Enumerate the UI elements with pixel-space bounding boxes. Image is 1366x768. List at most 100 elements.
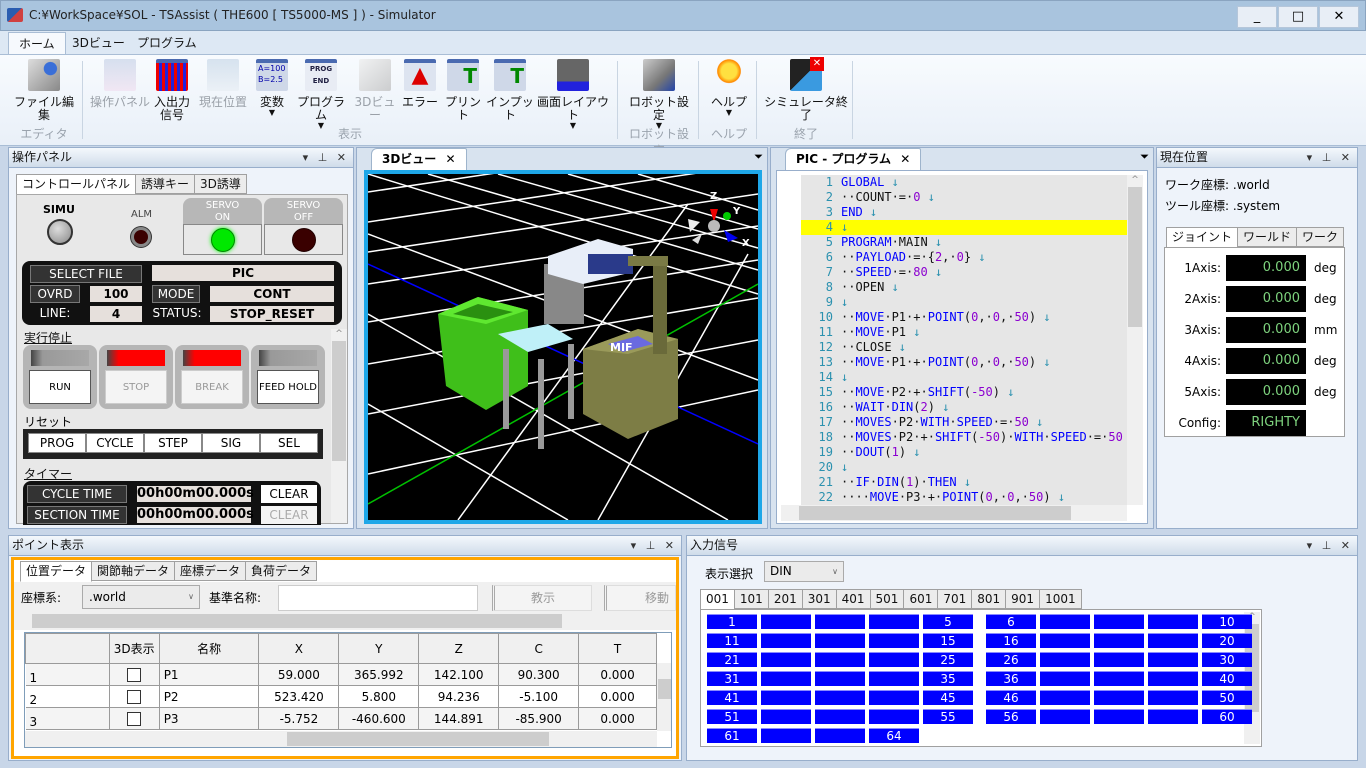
column-header[interactable]: 名称 (158, 633, 260, 664)
input-signal-11[interactable]: 11 (707, 633, 757, 648)
input-signal-17[interactable] (1040, 633, 1090, 648)
error-button[interactable]: ▲ エラー (402, 59, 438, 109)
panel-controls[interactable]: ▾ ⊥ ✕ (303, 148, 349, 167)
column-header[interactable]: C (498, 633, 580, 664)
cell-no[interactable]: 1 (25, 663, 110, 686)
signal-tab-501[interactable]: 501 (869, 589, 905, 609)
reset-button-sel[interactable]: SEL (260, 433, 318, 453)
print-button[interactable]: T プリント (442, 59, 484, 122)
input-signal-23[interactable] (815, 652, 865, 667)
reset-button-sig[interactable]: SIG (202, 433, 260, 453)
code-line[interactable]: 20 ↓ (801, 460, 1127, 475)
input-signal-28[interactable] (1094, 652, 1144, 667)
input-signal-51[interactable]: 51 (707, 709, 757, 724)
run-control-button-break[interactable]: BREAK (175, 345, 249, 409)
panel-controls[interactable]: ▾ ⊥ ✕ (631, 536, 677, 555)
robot-settings-button[interactable]: ロボット設定 ▼ (624, 59, 694, 130)
code-line[interactable]: 14 ↓ (801, 370, 1127, 385)
column-header[interactable]: Y (338, 633, 420, 664)
scrollbar-thumb[interactable] (1128, 187, 1142, 327)
io-signal-button[interactable]: 入出力 信号 (152, 59, 192, 122)
signal-tab-101[interactable]: 101 (733, 589, 769, 609)
input-signal-56[interactable]: 56 (986, 709, 1036, 724)
program-tab[interactable]: PIC - プログラム ✕ (785, 148, 922, 170)
code-line[interactable]: 4 ↓ (801, 220, 1127, 235)
column-header[interactable]: T (578, 633, 657, 664)
cell-t[interactable]: 0.000 (578, 663, 657, 686)
run-control-button-run[interactable]: RUN (23, 345, 97, 409)
input-signal-15[interactable]: 15 (923, 633, 973, 648)
reset-button-prog[interactable]: PROG (28, 433, 86, 453)
tab-jog-keys[interactable]: 誘導キー (135, 174, 196, 194)
op-panel-button[interactable]: 操作パネル (90, 59, 150, 109)
tab-load-data[interactable]: 負荷データ (245, 561, 318, 581)
clear-section-time-button[interactable]: CLEAR (261, 506, 317, 524)
reset-button-cycle[interactable]: CYCLE (86, 433, 144, 453)
input-signal-32[interactable] (761, 671, 811, 686)
input-signal-52[interactable] (761, 709, 811, 724)
scrollbar-thumb[interactable] (799, 506, 1071, 520)
input-signal-22[interactable] (761, 652, 811, 667)
input-signal-24[interactable] (869, 652, 919, 667)
signal-tab-201[interactable]: 201 (767, 589, 803, 609)
input-signal-59[interactable] (1148, 709, 1198, 724)
table-row[interactable]: 3 P3 -5.752 -460.600 144.891 -85.900 0.000 (25, 707, 657, 730)
input-signal-36[interactable]: 36 (986, 671, 1036, 686)
input-signal-57[interactable] (1040, 709, 1090, 724)
cell-z[interactable]: 144.891 (418, 707, 500, 730)
input-signal-37[interactable] (1040, 671, 1090, 686)
code-line[interactable]: 10 ··MOVE·P1·+·POINT(0,·0,·50) ↓ (801, 310, 1127, 325)
input-signal-61[interactable]: 61 (707, 728, 757, 743)
show3d-checkbox[interactable] (127, 667, 142, 682)
file-edit-button[interactable]: ファイル編集 (12, 59, 76, 122)
input-signal-5[interactable]: 5 (923, 614, 973, 629)
servo-on-button[interactable]: SERVO ON (183, 198, 262, 255)
reset-button-step[interactable]: STEP (144, 433, 202, 453)
code-line[interactable]: 8 ··OPEN ↓ (801, 280, 1127, 295)
input-signal-45[interactable]: 45 (923, 690, 973, 705)
simulator-exit-button[interactable]: ✕ シミュレータ終了 (762, 57, 850, 122)
input-signal-26[interactable]: 26 (986, 652, 1036, 667)
view3d-tab[interactable]: 3Dビュー ✕ (371, 148, 467, 170)
code-line[interactable]: 17 ··MOVES·P2·WITH·SPEED·=·50 ↓ (801, 415, 1127, 430)
input-signal-64[interactable]: 64 (869, 728, 919, 743)
input-signal-19[interactable] (1148, 633, 1198, 648)
code-line[interactable]: 15 ··MOVE·P2·+·SHIFT(-50) ↓ (801, 385, 1127, 400)
column-header[interactable]: 3D表示 (108, 633, 160, 664)
input-signal-13[interactable] (815, 633, 865, 648)
cell-name[interactable]: P2 (158, 685, 260, 708)
input-signal-29[interactable] (1148, 652, 1198, 667)
input-signal-27[interactable] (1040, 652, 1090, 667)
run-control-button-feed-hold[interactable]: FEED HOLD (251, 345, 325, 409)
input-signal-20[interactable]: 20 (1202, 633, 1252, 648)
signal-tab-301[interactable]: 301 (801, 589, 837, 609)
code-line[interactable]: 19 ··DOUT(1) ↓ (801, 445, 1127, 460)
mode-button[interactable]: MODE (152, 285, 200, 303)
panel-controls[interactable]: ▾ ⊥ ✕ (1307, 148, 1353, 167)
input-signal-54[interactable] (869, 709, 919, 724)
tab-world[interactable]: ワールド (1237, 227, 1298, 247)
servo-off-button[interactable]: SERVO OFF (264, 198, 343, 255)
input-signal-49[interactable] (1148, 690, 1198, 705)
scrollbar-thumb[interactable] (32, 614, 562, 628)
cell-c[interactable]: 90.300 (498, 663, 580, 686)
point-table-vscrollbar[interactable] (657, 663, 671, 731)
variables-button[interactable]: A=100 B=2.5 変数 ▼ (254, 59, 290, 117)
cell-y[interactable]: 365.992 (338, 663, 420, 686)
input-button[interactable]: T インプット (486, 59, 534, 122)
signal-tab-001[interactable]: 001 (700, 589, 735, 610)
cell-y[interactable]: 5.800 (338, 685, 420, 708)
cell-no[interactable]: 2 (25, 685, 110, 708)
input-signal-40[interactable]: 40 (1202, 671, 1252, 686)
input-signal-47[interactable] (1040, 690, 1090, 705)
close-tab-icon[interactable]: ✕ (900, 152, 910, 166)
code-area[interactable]: 1 GLOBAL ↓ 2 ··COUNT·=·0 ↓ 3 END ↓ 4 ↓ 5 PROGRAM·… (801, 175, 1127, 505)
input-signal-2[interactable] (761, 614, 811, 629)
input-signal-39[interactable] (1148, 671, 1198, 686)
code-line[interactable]: 7 ··SPEED·=·80 ↓ (801, 265, 1127, 280)
tab-list-icon[interactable]: ⏷ (1140, 150, 1149, 164)
input-signal-60[interactable]: 60 (1202, 709, 1252, 724)
layout-button[interactable]: 画面レイアウト ▼ (536, 59, 610, 130)
code-line[interactable]: 3 END ↓ (801, 205, 1127, 220)
table-row[interactable]: 2 P2 523.420 5.800 94.236 -5.100 0.000 (25, 685, 657, 708)
